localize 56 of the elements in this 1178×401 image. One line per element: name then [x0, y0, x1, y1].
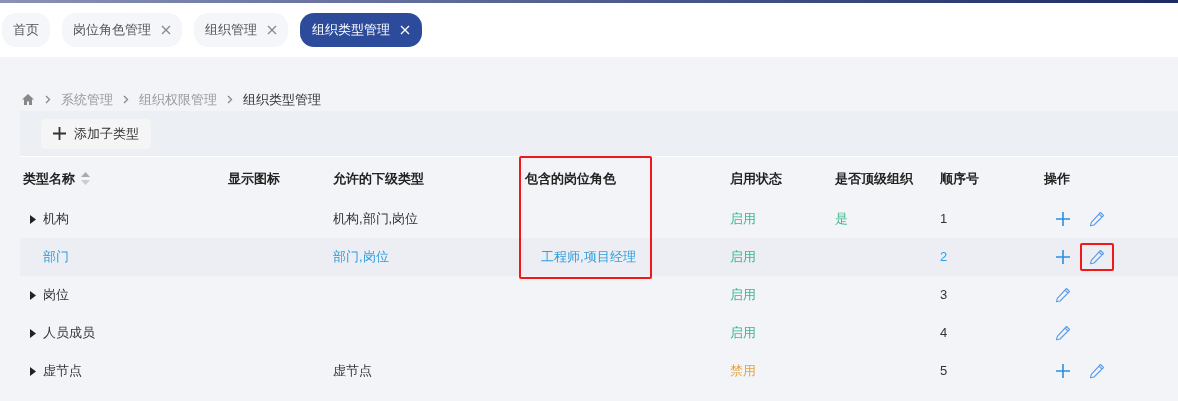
- edit-icon[interactable]: [1055, 287, 1071, 303]
- edit-icon[interactable]: [1089, 211, 1105, 227]
- edit-icon[interactable]: [1089, 249, 1105, 265]
- home-icon[interactable]: [21, 93, 35, 106]
- chevron-right-icon: [123, 95, 129, 104]
- expand-caret-icon[interactable]: [30, 328, 36, 338]
- status-text: 禁用: [730, 363, 756, 379]
- column-header: 允许的下级类型: [333, 169, 424, 188]
- column-header: 显示图标: [228, 169, 280, 188]
- edit-icon[interactable]: [1089, 363, 1105, 379]
- column-header: 操作: [1044, 169, 1070, 188]
- tab[interactable]: 岗位角色管理: [62, 13, 182, 47]
- add-icon[interactable]: [1055, 363, 1071, 379]
- add-icon[interactable]: [1055, 249, 1071, 265]
- column-header: 顺序号: [940, 169, 979, 188]
- table-cell: 机构,部门,岗位: [333, 211, 419, 227]
- table-cell: 2: [940, 249, 948, 265]
- table-cell: 是: [835, 211, 848, 227]
- tab[interactable]: 组织类型管理: [300, 13, 422, 47]
- tab[interactable]: 组织管理: [194, 13, 288, 47]
- table-row[interactable]: 机构 机构,部门,岗位 启用 是 1: [20, 200, 1178, 238]
- add-icon[interactable]: [1055, 211, 1071, 227]
- type-name: 虚节点: [43, 362, 82, 381]
- column-header: 包含的岗位角色: [525, 169, 616, 188]
- chevron-right-icon: [45, 95, 51, 104]
- table-cell: 虚节点: [333, 363, 372, 379]
- sort-icon[interactable]: [81, 172, 90, 185]
- chevron-right-icon: [227, 95, 233, 104]
- plus-icon: [53, 127, 66, 140]
- type-name: 机构: [43, 210, 69, 229]
- column-header: 是否顶级组织: [835, 169, 913, 188]
- expand-caret-icon[interactable]: [30, 366, 36, 376]
- breadcrumb-item: 组织类型管理: [243, 90, 321, 109]
- table-cell: 3: [940, 287, 948, 303]
- table-row[interactable]: 人员成员 启用 4: [20, 314, 1178, 352]
- column-header: 类型名称: [23, 169, 75, 188]
- status-text: 启用: [730, 211, 756, 227]
- status-text: 启用: [730, 249, 756, 265]
- table-cell: 工程师,项目经理: [541, 249, 636, 265]
- column-header: 启用状态: [730, 169, 782, 188]
- tab[interactable]: 首页: [2, 13, 50, 47]
- table-cell: 部门,岗位: [333, 249, 389, 265]
- table-cell: 5: [940, 363, 948, 379]
- expand-caret-icon[interactable]: [30, 290, 36, 300]
- table-row[interactable]: 岗位 启用 3: [20, 276, 1178, 314]
- type-name: 人员成员: [43, 324, 95, 343]
- table-row[interactable]: 虚节点 虚节点 禁用 5: [20, 352, 1178, 390]
- expand-caret-icon[interactable]: [30, 214, 36, 224]
- table-cell: 1: [940, 211, 948, 227]
- type-name: 部门: [43, 248, 69, 267]
- status-text: 启用: [730, 287, 756, 303]
- status-text: 启用: [730, 325, 756, 341]
- type-name: 岗位: [43, 286, 69, 305]
- edit-icon[interactable]: [1055, 325, 1071, 341]
- table-cell: 4: [940, 325, 948, 341]
- add-subtype-button[interactable]: 添加子类型: [41, 118, 151, 149]
